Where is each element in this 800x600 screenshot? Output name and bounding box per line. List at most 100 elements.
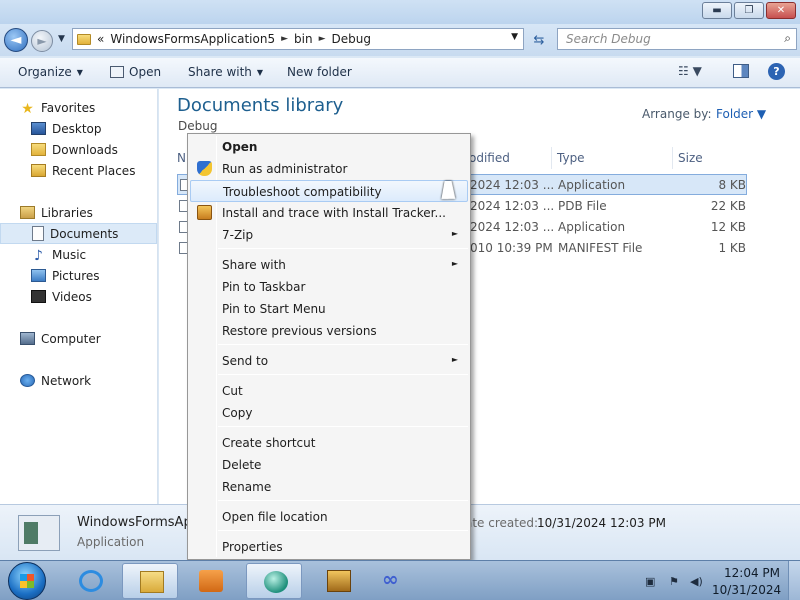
menu-item-open[interactable]: Open [190,136,468,158]
taskbar-media-player[interactable] [182,563,238,599]
nav-label: Recent Places [52,163,136,178]
clock-date[interactable]: 10/31/2024 [712,583,781,597]
pictures-icon [31,269,46,282]
nav-label: Documents [50,226,119,241]
network-icon [20,374,35,387]
refresh-button[interactable]: ⇆ [528,30,550,50]
nav-desktop[interactable]: Desktop [0,118,157,139]
menu-item-copy[interactable]: Copy [190,402,468,424]
address-bar[interactable]: « WindowsFormsApplication5 ► bin ► Debug… [72,28,524,50]
menu-item-label: 7-Zip [222,228,254,242]
menu-item-label: Delete [222,458,262,472]
network-tray-icon[interactable]: ▣ [645,575,657,588]
menu-item-troubleshoot-compatibility[interactable]: Troubleshoot compatibility [190,180,468,202]
caption-buttons: ▬ ❐ ✕ [702,2,796,19]
close-button[interactable]: ✕ [766,2,796,19]
menu-item-label: Properties [222,540,283,554]
preview-pane-icon[interactable] [733,64,749,78]
breadcrumb-overflow[interactable]: « [97,32,104,46]
breadcrumb-item[interactable]: WindowsFormsApplication5 [110,32,275,46]
minimize-button[interactable]: ▬ [702,2,732,19]
row-modified: 010 10:39 PM [470,241,553,255]
menu-item-label: Share with [222,258,286,272]
menu-item-pin-to-taskbar[interactable]: Pin to Taskbar [190,276,468,298]
libraries-icon [20,206,35,219]
show-desktop-button[interactable] [788,561,800,600]
nav-label: Videos [52,289,92,304]
back-button[interactable]: ◄ [4,28,28,52]
nav-videos[interactable]: Videos [0,286,157,307]
arrange-by-dropdown[interactable]: Folder ▼ [716,107,766,121]
address-dropdown-icon[interactable]: ▼ [511,32,518,42]
title-bar[interactable]: ▬ ❐ ✕ [0,0,800,24]
search-input[interactable]: Search Debug ⌕ [557,28,797,50]
forward-button[interactable]: ► [31,30,53,52]
menu-item-run-as-administrator[interactable]: Run as administrator [190,158,468,180]
nav-libraries[interactable]: Libraries [0,202,157,223]
nav-pictures[interactable]: Pictures [0,265,157,286]
maximize-button[interactable]: ❐ [734,2,764,19]
taskbar-internet-explorer[interactable] [62,563,118,599]
menu-item-open-file-location[interactable]: Open file location [190,506,468,528]
recent-pages-dropdown[interactable]: ▼ [58,34,65,44]
green-app-icon [264,571,288,593]
organize-button[interactable]: Organize ▼ [18,65,83,79]
menu-item-delete[interactable]: Delete [190,454,468,476]
nav-music[interactable]: ♪ Music [0,244,157,265]
star-icon: ★ [21,101,34,117]
nav-favorites[interactable]: ★ Favorites [0,97,157,118]
menu-item-7zip[interactable]: 7-Zip ► [190,224,468,246]
help-icon[interactable]: ? [768,63,785,80]
share-with-button[interactable]: Share with ▼ [188,65,263,79]
submenu-arrow-icon: ► [451,355,458,364]
menu-item-restore-previous-versions[interactable]: Restore previous versions [190,320,468,342]
menu-item-label: Restore previous versions [222,324,377,338]
breadcrumb-item[interactable]: bin [294,32,313,46]
column-header-size[interactable]: Size [672,147,750,169]
start-button[interactable] [8,562,46,600]
menu-item-label: Send to [222,354,269,368]
menu-item-create-shortcut[interactable]: Create shortcut [190,432,468,454]
nav-documents[interactable]: Documents [0,223,157,244]
nav-recent-places[interactable]: Recent Places [0,160,157,181]
action-center-flag-icon[interactable]: ⚑ [669,575,681,588]
open-label: Open [129,65,162,79]
nav-network[interactable]: Network [0,370,157,391]
menu-item-properties[interactable]: Properties [190,536,468,558]
menu-item-share-with[interactable]: Share with ► [190,254,468,276]
menu-item-install-tracker[interactable]: Install and trace with Install Tracker..… [190,202,468,224]
nav-downloads[interactable]: Downloads [0,139,157,160]
recent-places-icon [31,164,46,177]
new-folder-button[interactable]: New folder [287,65,352,79]
taskbar-infinity-app[interactable]: ∞ [370,563,426,599]
nav-label: Network [41,373,92,388]
details-file-type: Application [77,535,145,549]
change-view-button[interactable]: ☷ ▼ [678,64,702,78]
menu-item-rename[interactable]: Rename [190,476,468,498]
menu-item-send-to[interactable]: Send to ► [190,350,468,372]
column-header-type[interactable]: Type [551,147,671,169]
menu-separator [218,344,468,345]
search-icon[interactable]: ⌕ [784,31,791,46]
taskbar-install-tracker[interactable] [310,563,366,599]
breadcrumb-item[interactable]: Debug [331,32,370,46]
breadcrumb-separator-icon[interactable]: ► [281,34,288,44]
taskbar-windows-explorer[interactable] [122,563,178,599]
menu-item-cut[interactable]: Cut [190,380,468,402]
library-subtitle: Debug [178,119,218,133]
row-size: 12 KB [710,220,746,234]
nav-label: Desktop [52,121,102,136]
nav-computer[interactable]: Computer [0,328,157,349]
menu-item-pin-to-start-menu[interactable]: Pin to Start Menu [190,298,468,320]
breadcrumb-separator-icon[interactable]: ► [319,34,326,44]
volume-icon[interactable]: ◀) [690,575,703,588]
arrange-by-label: Arrange by: [642,107,712,121]
open-button[interactable]: Open [110,65,161,79]
column-header-date-modified[interactable]: odified [463,147,551,169]
menu-item-label: Open file location [222,510,328,524]
organize-label: Organize [18,65,72,79]
submenu-arrow-icon: ► [451,229,458,238]
taskbar-app-green[interactable] [246,563,302,599]
media-player-icon [199,570,223,592]
clock-time[interactable]: 12:04 PM [720,566,780,580]
